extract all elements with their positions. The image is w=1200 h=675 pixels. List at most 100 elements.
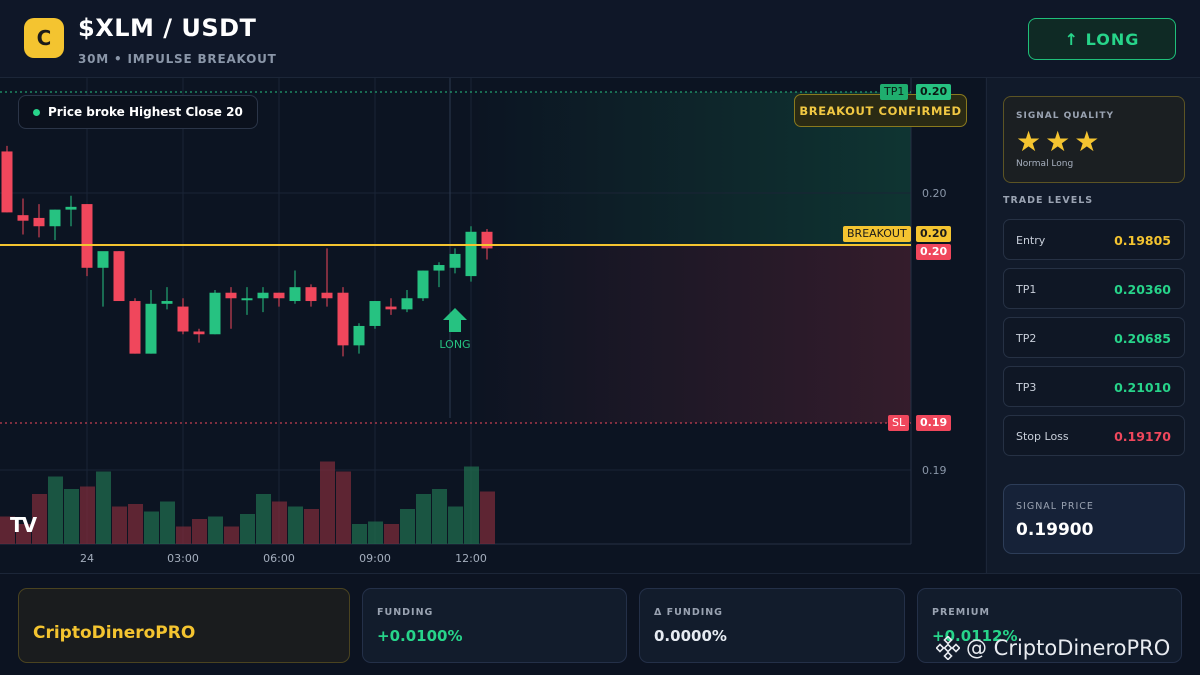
funding-label: FUNDING xyxy=(377,607,434,618)
signal-price-value: 0.19900 xyxy=(1016,520,1094,540)
candle-body xyxy=(65,206,77,210)
candle-body xyxy=(321,292,333,299)
coin-logo: C xyxy=(24,18,64,58)
signal-side-panel: SIGNAL QUALITY ★★★ Normal Long TRADE LEV… xyxy=(986,78,1200,573)
watermark-text: @ CriptoDineroPRO xyxy=(966,636,1171,660)
candle-body xyxy=(241,298,253,301)
volume-bar xyxy=(448,506,463,544)
brand-card: CriptoDineroPRO xyxy=(18,588,350,663)
volume-bar xyxy=(176,526,191,544)
level-value: 0.20360 xyxy=(1114,282,1171,297)
delta-funding-card: Δ FUNDING 0.0000% xyxy=(639,588,905,663)
level-name: TP1 xyxy=(1016,283,1037,296)
volume-bar xyxy=(432,489,447,544)
volume-bar xyxy=(240,514,255,544)
funding-value: +0.0100% xyxy=(377,627,463,645)
delta-funding-label: Δ FUNDING xyxy=(654,607,723,618)
level-value: 0.20685 xyxy=(1114,331,1171,346)
signal-quality-label: SIGNAL QUALITY xyxy=(1016,111,1114,121)
status-dot-icon xyxy=(33,108,40,116)
current-price-tag: 0.20 xyxy=(916,244,952,260)
sl-price-tag: 0.19 xyxy=(916,415,952,431)
volume-bar xyxy=(48,476,63,544)
volume-bar xyxy=(368,521,383,544)
watermark: @ CriptoDineroPRO xyxy=(936,636,1170,660)
volume-bar xyxy=(352,524,367,544)
signal-price-label: SIGNAL PRICE xyxy=(1016,501,1094,512)
premium-label: PREMIUM xyxy=(932,607,990,618)
volume-bar xyxy=(336,471,351,544)
volume-bar xyxy=(80,486,95,544)
long-signal-button[interactable]: ↑ LONG xyxy=(1028,18,1176,60)
candle-body xyxy=(225,292,237,299)
x-tick-label: 06:00 xyxy=(263,552,295,565)
candle-body xyxy=(449,253,461,268)
candle-body xyxy=(337,292,349,346)
volume-bar xyxy=(416,494,431,544)
y-tick-label: 0.19 xyxy=(922,464,947,477)
volume-bar xyxy=(112,506,127,544)
y-tick-label: 0.20 xyxy=(922,187,947,200)
x-tick-label: 03:00 xyxy=(167,552,199,565)
volume-bar xyxy=(160,501,175,544)
candle-body xyxy=(369,301,381,326)
pair-title: $XLM / USDT xyxy=(78,14,257,42)
candle-body xyxy=(81,204,93,268)
candle-body xyxy=(17,215,29,221)
x-tick-label: 12:00 xyxy=(455,552,487,565)
volume-bar xyxy=(480,491,495,544)
star-rating-icon: ★★★ xyxy=(1016,125,1104,158)
level-value: 0.19805 xyxy=(1114,233,1171,248)
level-row-entry[interactable]: Entry 0.19805 xyxy=(1003,219,1185,260)
candle-body xyxy=(193,331,205,335)
candle-body xyxy=(33,217,45,227)
signal-quality-card: SIGNAL QUALITY ★★★ Normal Long xyxy=(1003,96,1185,183)
volume-bar xyxy=(320,461,335,544)
candle-body xyxy=(209,292,221,335)
level-row-tp2[interactable]: TP2 0.20685 xyxy=(1003,317,1185,358)
funding-card: FUNDING +0.0100% xyxy=(362,588,627,663)
volume-bar xyxy=(384,524,399,544)
level-value: 0.21010 xyxy=(1114,380,1171,395)
candle-body xyxy=(433,265,445,271)
volume-bar xyxy=(96,471,111,544)
volume-bar xyxy=(128,504,143,544)
breakout-price-tag: 0.20 xyxy=(916,226,952,242)
candle-body xyxy=(97,251,109,268)
header: C $XLM / USDT 30M • IMPULSE BREAKOUT ↑ L… xyxy=(0,0,1200,78)
callout-text: Price broke Highest Close 20 xyxy=(48,105,243,119)
candle-body xyxy=(401,298,413,310)
level-row-stop-loss[interactable]: Stop Loss 0.19170 xyxy=(1003,415,1185,456)
volume-bar xyxy=(464,466,479,544)
volume-bar xyxy=(304,509,319,544)
level-name: TP3 xyxy=(1016,381,1037,394)
volume-bar xyxy=(208,516,223,544)
volume-bar xyxy=(144,511,159,544)
volume-bar xyxy=(192,519,207,544)
brand-name: CriptoDineroPRO xyxy=(33,623,196,643)
candlestick-chart[interactable]: LONG 0.20 0.19 24 03:00 06:00 09:00 12:00 xyxy=(0,78,985,573)
candle-body xyxy=(113,251,125,302)
level-row-tp1[interactable]: TP1 0.20360 xyxy=(1003,268,1185,309)
binance-logo-icon xyxy=(936,636,960,660)
sl-zone xyxy=(470,245,911,423)
candle-body xyxy=(129,301,141,354)
candle-body xyxy=(145,303,157,354)
footer: CriptoDineroPRO FUNDING +0.0100% Δ FUNDI… xyxy=(0,573,1200,675)
signal-quality-sub: Normal Long xyxy=(1016,159,1074,169)
tp1-price-tag: 0.20 xyxy=(916,84,952,100)
volume-bar xyxy=(224,526,239,544)
volume-bar xyxy=(256,494,271,544)
timeframe-subtitle: 30M • IMPULSE BREAKOUT xyxy=(78,52,277,66)
level-row-tp3[interactable]: TP3 0.21010 xyxy=(1003,366,1185,407)
candle-body xyxy=(465,231,477,277)
candle-body xyxy=(385,306,397,310)
long-marker-label: LONG xyxy=(439,338,470,351)
level-value: 0.19170 xyxy=(1114,429,1171,444)
candle-body xyxy=(273,292,285,299)
price-chart[interactable]: LONG 0.20 0.19 24 03:00 06:00 09:00 12:00 Price… xyxy=(0,78,985,573)
long-arrow-icon xyxy=(443,308,467,332)
level-name: Entry xyxy=(1016,234,1046,247)
candle-body xyxy=(1,151,13,213)
volume-bar xyxy=(272,501,287,544)
